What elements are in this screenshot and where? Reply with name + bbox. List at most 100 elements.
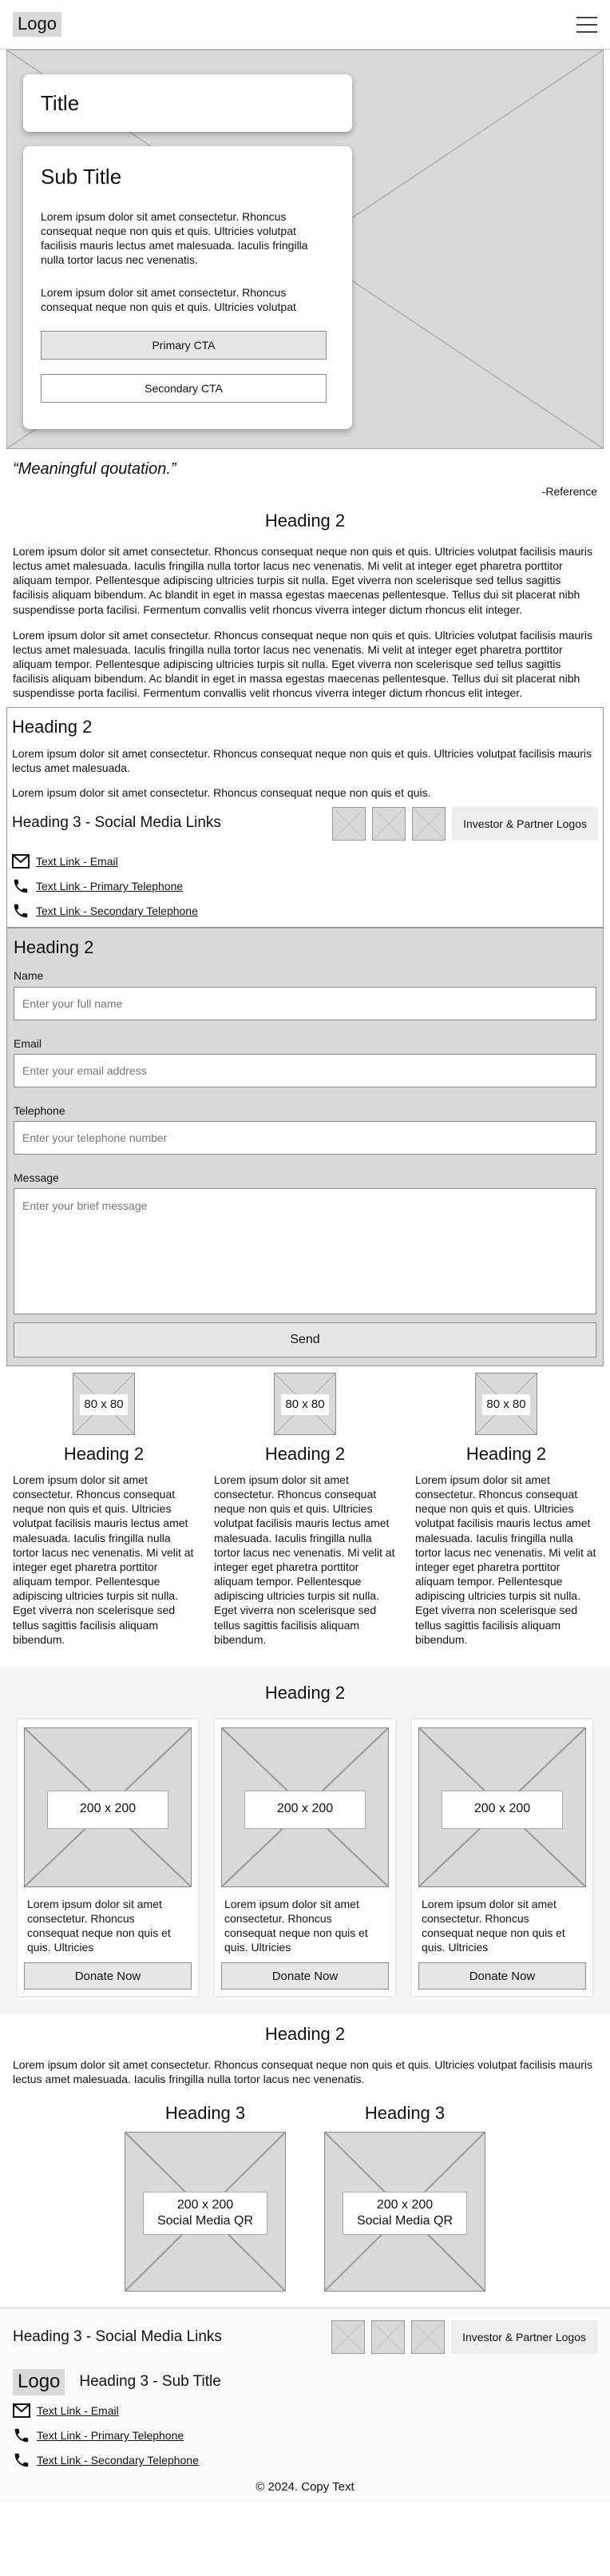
image-size-label: 80 x 80	[281, 1394, 329, 1416]
hero-title-card: Title	[23, 74, 352, 132]
phone-icon	[14, 2453, 29, 2467]
column-text: Lorem ipsum dolor sit amet consectetur. …	[415, 1473, 596, 1646]
image-size-label: 80 x 80	[80, 1394, 128, 1416]
qr-block: Heading 3 200 x 200 Social Media QR	[324, 2102, 485, 2292]
primary-phone-link[interactable]: Text Link - Primary Telephone	[37, 2428, 184, 2443]
mail-icon	[13, 2403, 30, 2419]
intro-section: Heading 2 Lorem ipsum dolor sit amet con…	[0, 510, 610, 700]
image-placeholder: 200 x 200	[24, 1727, 192, 1887]
image-placeholder: 200 x 200	[221, 1727, 389, 1887]
donate-text: Lorem ipsum dolor sit amet consectetur. …	[27, 1897, 171, 1954]
phone-icon	[14, 2428, 29, 2443]
qr-code-placeholder[interactable]: 200 x 200 Social Media QR	[125, 2131, 286, 2292]
column-heading: Heading 2	[465, 1444, 547, 1465]
site-footer: Heading 3 - Social Media Links Investor …	[0, 2307, 610, 2503]
primary-phone-link[interactable]: Text Link - Primary Telephone	[36, 879, 183, 893]
qr-size-label: 200 x 200	[376, 2197, 434, 2212]
social-icon-placeholder[interactable]	[372, 806, 406, 841]
donate-text: Lorem ipsum dolor sit amet consectetur. …	[422, 1897, 565, 1954]
hamburger-menu-icon[interactable]	[576, 16, 597, 33]
footer-brand: Logo Heading 3 - Sub Title	[13, 2368, 597, 2395]
hero-title: Title	[41, 91, 80, 115]
donate-section: Heading 2 200 x 200 Lorem ipsum dolor si…	[0, 1666, 610, 2014]
email-link[interactable]: Text Link - Email	[37, 2403, 119, 2418]
logo[interactable]: Logo	[13, 12, 61, 37]
column-heading: Heading 2	[264, 1444, 346, 1465]
footer-subtitle: Heading 3 - Sub Title	[79, 2372, 221, 2390]
phone-link-row: Text Link - Secondary Telephone	[13, 2448, 597, 2473]
social-icon-placeholder[interactable]	[412, 806, 446, 841]
donate-card: 200 x 200 Lorem ipsum dolor sit amet con…	[412, 1719, 592, 1997]
secondary-phone-link[interactable]: Text Link - Secondary Telephone	[36, 904, 198, 918]
hero-paragraph: Lorem ipsum dolor sit amet consectetur. …	[41, 209, 308, 266]
phone-link-row: Text Link - Primary Telephone	[13, 2423, 597, 2448]
secondary-phone-link[interactable]: Text Link - Secondary Telephone	[37, 2453, 199, 2467]
qr-paragraph: Lorem ipsum dolor sit amet consectetur. …	[13, 2057, 593, 2086]
donate-card: 200 x 200 Lorem ipsum dolor sit amet con…	[215, 1719, 395, 1997]
image-size-label: 200 x 200	[442, 1790, 563, 1829]
section-heading: Heading 2	[264, 511, 346, 531]
secondary-cta-button[interactable]: Secondary CTA	[41, 374, 327, 403]
copyright: © 2024. Copy Text	[255, 2479, 355, 2494]
quote-reference: -Reference	[541, 485, 597, 498]
message-label: Message	[14, 1171, 59, 1184]
phone-icon	[14, 904, 28, 918]
name-input[interactable]: Enter your full name	[14, 986, 596, 1020]
mail-icon	[12, 854, 30, 869]
send-button[interactable]: Send	[14, 1322, 596, 1358]
image-size-label: 80 x 80	[482, 1394, 530, 1416]
image-placeholder: 80 x 80	[475, 1373, 537, 1436]
hero-subtitle-card: Sub Title Lorem ipsum dolor sit amet con…	[23, 146, 352, 429]
hero-paragraph: Lorem ipsum dolor sit amet consectetur. …	[41, 286, 296, 314]
contact-info-section: Heading 2 Lorem ipsum dolor sit amet con…	[6, 706, 604, 928]
hero-image-placeholder: Title Sub Title Lorem ipsum dolor sit am…	[6, 50, 604, 449]
email-label: Email	[14, 1036, 42, 1050]
email-link-row: Text Link - Email	[13, 2399, 597, 2423]
donate-button[interactable]: Donate Now	[418, 1962, 586, 1990]
section-heading: Heading 2	[14, 936, 94, 957]
column-text: Lorem ipsum dolor sit amet consectetur. …	[13, 1473, 194, 1646]
telephone-input[interactable]: Enter your telephone number	[14, 1120, 596, 1155]
column-text: Lorem ipsum dolor sit amet consectetur. …	[214, 1473, 395, 1646]
social-icon-placeholder[interactable]	[411, 2320, 446, 2354]
qr-heading: Heading 3	[364, 2103, 446, 2124]
contact-links: Text Link - Email Text Link - Primary Te…	[12, 849, 598, 924]
qr-size-label: 200 x 200	[176, 2197, 234, 2212]
name-label: Name	[14, 969, 44, 983]
donate-card: 200 x 200 Lorem ipsum dolor sit amet con…	[18, 1719, 198, 1997]
primary-cta-button[interactable]: Primary CTA	[41, 331, 327, 360]
qr-block: Heading 3 200 x 200 Social Media QR	[125, 2102, 286, 2292]
quote-section: “Meaningful qoutation.” -Reference	[0, 449, 610, 499]
telephone-label: Telephone	[14, 1103, 65, 1117]
qr-label: Social Media QR	[356, 2213, 454, 2228]
column-heading: Heading 2	[63, 1444, 145, 1465]
contact-paragraph: Lorem ipsum dolor sit amet consectetur. …	[12, 747, 592, 775]
social-heading: Heading 3 - Social Media Links	[13, 2328, 222, 2345]
phone-link-row: Text Link - Secondary Telephone	[12, 899, 598, 924]
email-link[interactable]: Text Link - Email	[36, 854, 118, 869]
section-heading: Heading 2	[12, 716, 93, 737]
social-heading: Heading 3 - Social Media Links	[12, 814, 221, 832]
feature-column: 80 x 80 Heading 2 Lorem ipsum dolor sit …	[13, 1373, 195, 1647]
feature-column: 80 x 80 Heading 2 Lorem ipsum dolor sit …	[415, 1373, 597, 1647]
contact-form: Heading 2 Name Enter your full name Emai…	[6, 927, 604, 1367]
image-placeholder: 80 x 80	[274, 1373, 336, 1436]
section-heading: Heading 2	[264, 1683, 346, 1703]
donate-button[interactable]: Donate Now	[24, 1962, 192, 1990]
social-icon-placeholder[interactable]	[332, 806, 366, 841]
image-size-label: 200 x 200	[47, 1790, 168, 1829]
footer-logo[interactable]: Logo	[13, 2368, 65, 2395]
social-icon-placeholder[interactable]	[371, 2320, 406, 2354]
site-header: Logo	[0, 0, 610, 50]
social-icon-placeholder[interactable]	[331, 2320, 366, 2354]
qr-label: Social Media QR	[156, 2213, 254, 2228]
hero-subtitle: Sub Title	[41, 165, 122, 189]
qr-code-placeholder[interactable]: 200 x 200 Social Media QR	[324, 2131, 485, 2292]
feature-columns: 80 x 80 Heading 2 Lorem ipsum dolor sit …	[0, 1366, 610, 1658]
social-media-row: Heading 3 - Social Media Links Investor …	[12, 805, 598, 843]
image-size-label: 200 x 200	[244, 1790, 366, 1829]
intro-paragraph: Lorem ipsum dolor sit amet consectetur. …	[13, 544, 593, 616]
message-textarea[interactable]: Enter your brief message	[14, 1188, 596, 1315]
donate-button[interactable]: Donate Now	[221, 1962, 389, 1990]
email-input[interactable]: Enter your email address	[14, 1053, 596, 1087]
